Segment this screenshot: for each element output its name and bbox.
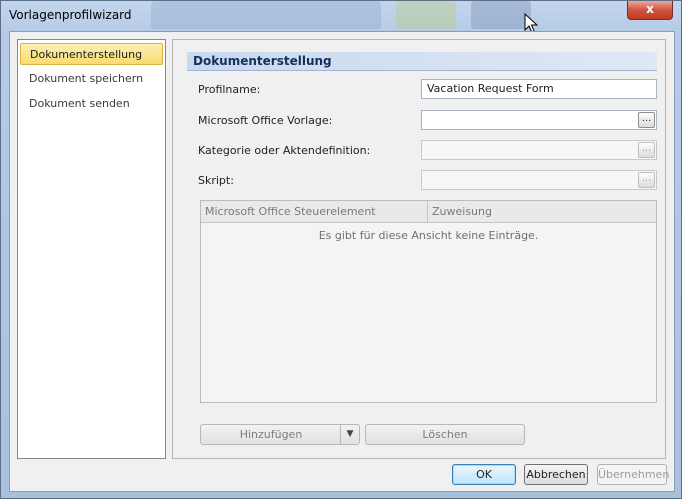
profile-name-label: Profilname:	[198, 83, 261, 96]
wizard-step-list: Dokumenterstellung Dokument speichern Do…	[17, 39, 166, 459]
ok-button[interactable]: OK	[452, 464, 516, 485]
cancel-button[interactable]: Abbrechen	[524, 464, 588, 485]
script-field[interactable]: ...	[421, 170, 657, 190]
profile-name-value: Vacation Request Form	[427, 82, 554, 95]
profile-name-field[interactable]: Vacation Request Form	[421, 79, 657, 99]
cancel-button-label: Abbrechen	[526, 468, 586, 481]
add-split-button[interactable]: Hinzufügen ▼	[200, 424, 360, 445]
close-icon: x	[646, 2, 654, 16]
chevron-down-icon[interactable]: ▼	[340, 425, 359, 444]
apply-button-label: Übernehmen	[598, 468, 670, 481]
nav-item-dokument-senden[interactable]: Dokument senden	[20, 93, 163, 115]
title-bar[interactable]: Vorlagenprofilwizard x	[1, 1, 681, 31]
dialog-body: Dokumenterstellung Dokument speichern Do…	[9, 31, 675, 492]
background-window-blur	[151, 1, 381, 29]
script-browse-button[interactable]: ...	[638, 172, 655, 188]
script-label: Skript:	[198, 174, 234, 187]
empty-table-message: Es gibt für diese Ansicht keine Einträge…	[318, 229, 539, 242]
column-header-control[interactable]: Microsoft Office Steuerelement	[201, 201, 427, 222]
control-mapping-table[interactable]: Microsoft Office Steuerelement Zuweisung…	[200, 200, 657, 403]
nav-item-label: Dokumenterstellung	[30, 48, 143, 61]
apply-button[interactable]: Übernehmen	[597, 464, 670, 485]
section-title: Dokumenterstellung	[187, 52, 657, 71]
category-label: Kategorie oder Aktendefinition:	[198, 144, 371, 157]
nav-item-dokumenterstellung[interactable]: Dokumenterstellung	[20, 43, 163, 65]
background-icon-blur	[471, 1, 531, 29]
window-title: Vorlagenprofilwizard	[9, 8, 132, 22]
nav-item-dokument-speichern[interactable]: Dokument speichern	[20, 68, 163, 90]
office-template-label: Microsoft Office Vorlage:	[198, 114, 333, 127]
table-header: Microsoft Office Steuerelement Zuweisung	[201, 201, 656, 223]
delete-button[interactable]: Löschen	[365, 424, 525, 445]
ellipsis-icon: ...	[641, 173, 652, 184]
step-content-panel: Dokumenterstellung Profilname: Vacation …	[172, 39, 666, 459]
ellipsis-icon: ...	[641, 113, 652, 124]
office-template-browse-button[interactable]: ...	[638, 112, 655, 128]
ok-button-label: OK	[476, 468, 492, 481]
add-button-label: Hinzufügen	[239, 428, 303, 441]
nav-item-label: Dokument senden	[29, 97, 130, 110]
ellipsis-icon: ...	[641, 143, 652, 154]
nav-item-label: Dokument speichern	[29, 72, 144, 85]
delete-button-label: Löschen	[422, 428, 468, 441]
close-button[interactable]: x	[627, 1, 673, 20]
category-field[interactable]: ...	[421, 140, 657, 160]
dialog-window: Vorlagenprofilwizard x Dokumenterstellun…	[0, 0, 682, 499]
background-icon-blur	[396, 1, 456, 29]
column-header-assignment[interactable]: Zuweisung	[428, 201, 656, 222]
category-browse-button[interactable]: ...	[638, 142, 655, 158]
office-template-field[interactable]: ...	[421, 110, 657, 130]
